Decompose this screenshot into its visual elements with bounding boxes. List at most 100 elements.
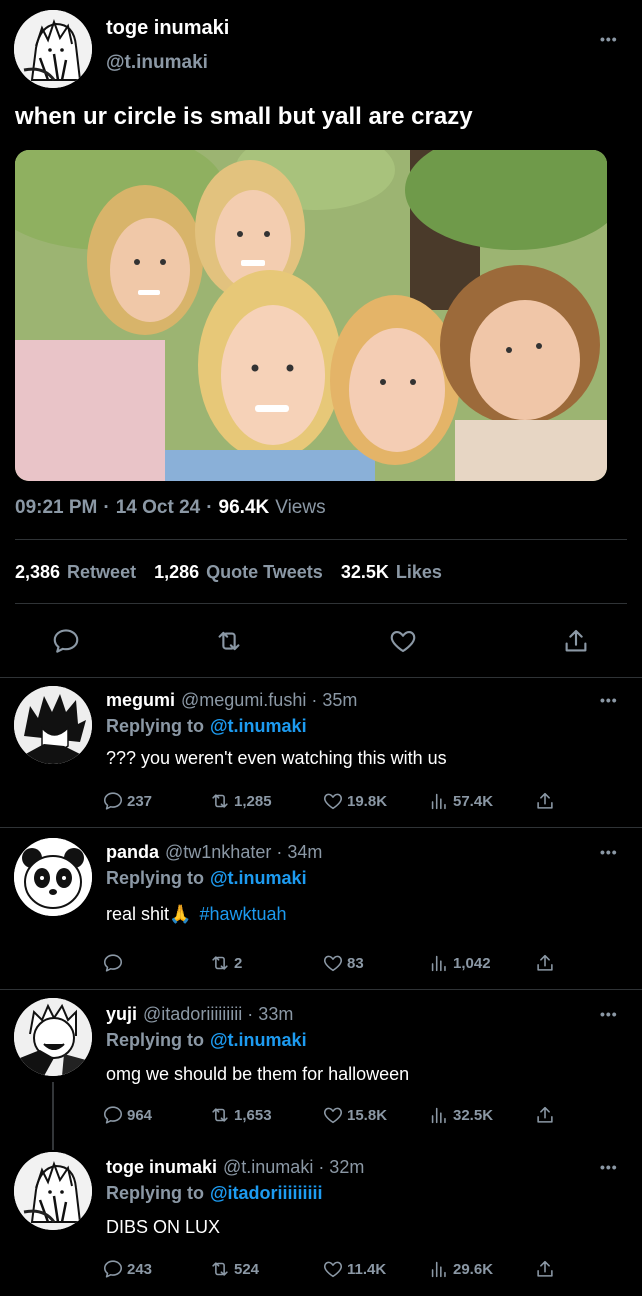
replying-to-label: Replying to [106, 716, 204, 736]
like-count: 83 [347, 954, 364, 972]
retweet-icon [209, 1104, 231, 1126]
replying-to-link[interactable]: @t.inumaki [210, 716, 307, 737]
views-button[interactable]: 57.4K [428, 790, 493, 812]
like-button[interactable]: 19.8K [322, 790, 387, 812]
reply-count: 964 [127, 1106, 153, 1124]
retweets-count[interactable]: 2,386 [15, 562, 60, 583]
views-icon [428, 1104, 450, 1126]
replying-to-label: Replying to [106, 1183, 204, 1203]
group-photo-image [15, 150, 607, 481]
tweet-meta: 09:21 PM · 14 Oct 24 · 96.4K Views [15, 497, 326, 519]
retweet-button[interactable]: 1,653 [209, 1104, 272, 1126]
reply-header: toge inumaki @t.inumaki · 32m [106, 1157, 364, 1178]
more-options-icon[interactable]: ••• [600, 844, 618, 860]
replying-to: Replying to @t.inumaki [106, 868, 307, 889]
more-options-icon[interactable]: ••• [600, 1159, 618, 1175]
author-display-name[interactable]: toge inumaki [106, 17, 229, 40]
like-button[interactable]: 83 [322, 952, 364, 974]
retweet-button[interactable] [214, 626, 244, 661]
reply-button[interactable] [51, 626, 81, 661]
quotes-label[interactable]: Quote Tweets [206, 562, 323, 583]
share-button[interactable] [534, 952, 556, 974]
views-count: 96.4K [218, 497, 270, 518]
views-button[interactable]: 1,042 [428, 952, 491, 974]
reply-display-name[interactable]: panda [106, 842, 159, 863]
engagement-counts: 2,386 Retweet 1,286 Quote Tweets 32.5K L… [15, 562, 442, 583]
avatar[interactable] [14, 1152, 92, 1230]
heart-icon [322, 1104, 344, 1126]
avatar[interactable] [14, 838, 92, 916]
avatar[interactable] [14, 10, 92, 88]
replying-to-link[interactable]: @t.inumaki [210, 1030, 307, 1051]
reply-handle[interactable]: @megumi.fushi · 35m [181, 690, 357, 711]
reply-icon [51, 626, 81, 656]
divider [0, 827, 642, 828]
share-button[interactable] [534, 790, 556, 812]
retweet-icon [209, 1258, 231, 1280]
reply-display-name[interactable]: megumi [106, 690, 175, 711]
replying-to: Replying to @itadoriiiiiiiii [106, 1183, 323, 1204]
views-button[interactable]: 32.5K [428, 1104, 493, 1126]
tweet-date[interactable]: 14 Oct 24 [116, 497, 201, 519]
views-count: 1,042 [453, 954, 491, 972]
reply-button[interactable] [102, 952, 127, 974]
views-icon [428, 1258, 450, 1280]
like-button[interactable] [388, 626, 418, 661]
reply-handle[interactable]: @tw1nkhater · 34m [165, 842, 322, 863]
share-button[interactable] [534, 1104, 556, 1126]
retweet-count: 2 [234, 954, 243, 972]
heart-icon [322, 1258, 344, 1280]
reply-button[interactable]: 237 [102, 790, 152, 812]
reply-text: omg we should be them for halloween [106, 1064, 410, 1084]
likes-label[interactable]: Likes [396, 562, 442, 583]
avatar[interactable] [14, 998, 92, 1076]
more-options-icon[interactable]: ••• [600, 31, 618, 47]
reply-button[interactable]: 964 [102, 1104, 152, 1126]
author-handle[interactable]: @t.inumaki [106, 52, 208, 74]
separator-dot: · [206, 497, 213, 518]
retweet-count: 524 [234, 1260, 260, 1278]
reply-display-name[interactable]: toge inumaki [106, 1157, 217, 1178]
reply-icon [102, 1258, 124, 1280]
reply-handle[interactable]: @itadoriiiiiiiii · 33m [143, 1004, 293, 1025]
replying-to-label: Replying to [106, 868, 204, 888]
tweet-image[interactable] [15, 150, 607, 481]
replying-to-link[interactable]: @itadoriiiiiiiii [210, 1183, 323, 1204]
share-icon [534, 1258, 556, 1280]
retweet-icon [209, 952, 231, 974]
reply-header: yuji @itadoriiiiiiiii · 33m [106, 1004, 293, 1025]
more-options-icon[interactable]: ••• [600, 1006, 618, 1022]
reply-button[interactable]: 243 [102, 1258, 152, 1280]
avatar-portrait-image [14, 686, 92, 764]
reply-icon [102, 790, 124, 812]
like-button[interactable]: 11.4K [322, 1258, 386, 1280]
reply-text-line: real shit🙏 #hawktuah [106, 904, 287, 925]
retweet-button[interactable]: 1,285 [209, 790, 272, 812]
quotes-count[interactable]: 1,286 [154, 562, 199, 583]
views-count: 57.4K [453, 792, 494, 810]
reply-action-bar: 964 1,653 15.8K 32.5K [100, 1104, 642, 1130]
more-options-icon[interactable]: ••• [600, 692, 618, 708]
reply-action-bar: 243 524 11.4K 29.6K [100, 1258, 642, 1284]
reply-header: panda @tw1nkhater · 34m [106, 842, 322, 863]
tweet-time[interactable]: 09:21 PM [15, 497, 97, 519]
hashtag-link[interactable]: #hawktuah [199, 904, 286, 925]
reply-text: DIBS ON LUX [106, 1217, 221, 1237]
retweets-label[interactable]: Retweet [67, 562, 136, 583]
share-button[interactable] [561, 626, 591, 661]
retweet-button[interactable]: 524 [209, 1258, 259, 1280]
heart-icon [322, 952, 344, 974]
like-button[interactable]: 15.8K [322, 1104, 387, 1126]
reply-action-bar: 237 1,285 19.8K 57.4K [100, 790, 642, 816]
views-icon [428, 952, 450, 974]
replying-to-link[interactable]: @t.inumaki [210, 868, 307, 889]
share-icon [534, 790, 556, 812]
reply-display-name[interactable]: yuji [106, 1004, 137, 1025]
retweet-button[interactable]: 2 [209, 952, 242, 974]
reply-text: real shit🙏 [106, 904, 192, 924]
reply-handle[interactable]: @t.inumaki · 32m [223, 1157, 364, 1178]
share-button[interactable] [534, 1258, 556, 1280]
avatar[interactable] [14, 686, 92, 764]
views-button[interactable]: 29.6K [428, 1258, 493, 1280]
likes-count[interactable]: 32.5K [341, 562, 389, 583]
